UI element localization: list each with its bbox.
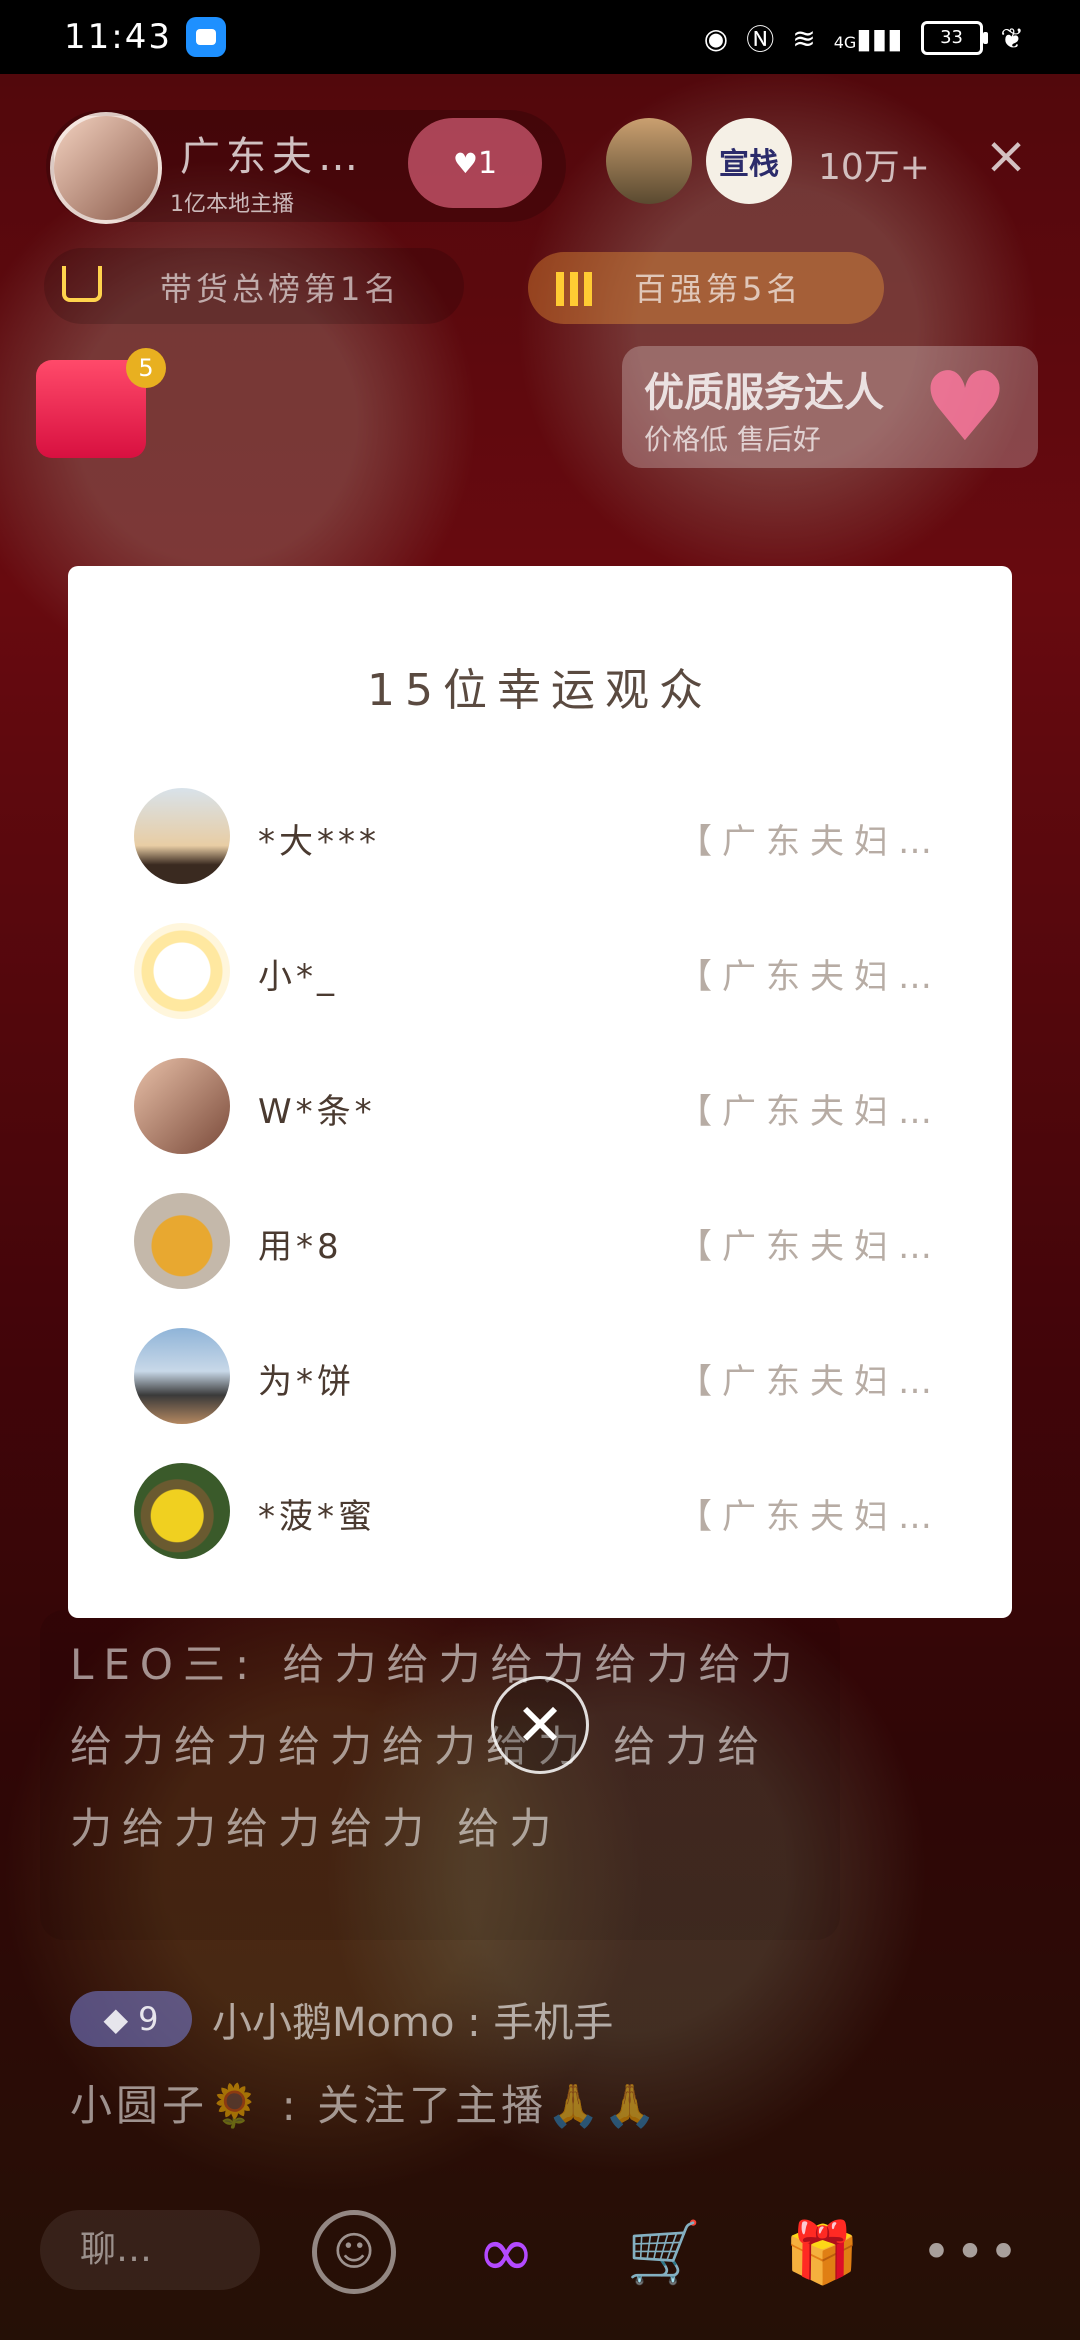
wifi-icon: ≋ (792, 21, 816, 55)
winner-prize: 【广东夫妇… (678, 1497, 942, 1537)
winner-row[interactable]: W*条* 【广东夫妇… (68, 1058, 1012, 1168)
close-icon[interactable]: × (980, 130, 1032, 182)
host-avatar[interactable] (50, 112, 162, 224)
battery-icon: 33 (920, 21, 988, 55)
cart-icon (62, 266, 102, 302)
host-subtitle: 1亿本地主播 (170, 192, 294, 217)
chat-message-text-2: 小圆子🌻 : 关注了主播🙏🙏 (70, 2081, 660, 2130)
more-icon[interactable]: ••• (922, 2210, 1018, 2294)
winner-avatar (134, 1328, 230, 1424)
winner-avatar (134, 1058, 230, 1154)
app-notification-icon (185, 17, 226, 57)
viewer-count[interactable]: 10万+ (818, 138, 930, 190)
chart-bars-icon (556, 272, 592, 306)
chat-gift-message: LEO三: 给力给力给力给力给力 给力给力给力给力给力 给力给力给力给力给力 给… (70, 1640, 803, 1853)
winner-prize: 【广东夫妇… (678, 1227, 942, 1267)
comment-input[interactable]: 聊… (40, 2210, 260, 2290)
follow-button[interactable]: ♥ 1 (408, 118, 542, 208)
winner-avatar (134, 1463, 230, 1559)
winner-avatar (134, 1193, 230, 1289)
winner-row[interactable]: *菠*蜜 【广东夫妇… (68, 1463, 1012, 1573)
winner-row[interactable]: 用*8 【广东夫妇… (68, 1193, 1012, 1303)
winner-row[interactable]: 小*_ 【广东夫妇… (68, 923, 1012, 1033)
service-title: 优质服务达人 (644, 370, 884, 416)
link-icon[interactable]: ∞ (464, 2210, 548, 2294)
emoji-icon[interactable]: ☺ (312, 2210, 396, 2294)
host-name: 广东夫… (180, 134, 364, 180)
winner-row[interactable]: 为*饼 【广东夫妇… (68, 1328, 1012, 1438)
winner-name: W*条* (258, 1092, 376, 1132)
winner-prize: 【广东夫妇… (678, 1362, 942, 1402)
lucky-viewers-modal: 15位幸运观众 *大*** 【广东夫妇… 小*_ 【广东夫妇… W*条* 【广东… (68, 566, 1012, 1618)
winner-name: *大*** (258, 822, 380, 862)
winner-avatar (134, 923, 230, 1019)
modal-title: 15位幸运观众 (367, 665, 713, 716)
red-packet-count: 5 (126, 348, 166, 388)
service-subtitle: 价格低 售后好 (644, 423, 821, 456)
user-level-badge: ◆ 9 (70, 1991, 192, 2047)
winner-prize: 【广东夫妇… (678, 1092, 942, 1132)
chat-message-row: ◆ 9 小小鹅Momo : 手机手 (70, 1990, 613, 2048)
eye-icon: ◉ (703, 21, 729, 55)
nfc-icon: Ⓝ (746, 23, 775, 56)
hot-rank-label: 百强第5名 (634, 270, 803, 308)
leaf-icon: ❦ (1000, 21, 1024, 55)
winner-avatar (134, 788, 230, 884)
status-icons: ◉ Ⓝ ≋ 4G▮▮▮ 33 ❦ (704, 18, 1024, 58)
heart-icon: ♥ (452, 146, 478, 180)
brand-avatar[interactable]: 宣栈 (706, 118, 792, 204)
gift-icon[interactable]: 🎁 (780, 2210, 864, 2294)
status-time: 11:43 (64, 17, 172, 57)
status-bar: 11:43 ◉ Ⓝ ≋ 4G▮▮▮ 33 ❦ (0, 0, 1080, 74)
winner-name: 用*8 (258, 1227, 343, 1267)
viewer-avatar[interactable] (606, 118, 692, 204)
shop-rank-label: 带货总榜第1名 (160, 270, 401, 308)
winner-row[interactable]: *大*** 【广东夫妇… (68, 788, 1012, 898)
shopping-cart-icon[interactable]: 🛒 (622, 2210, 706, 2294)
signal-icon: 4G▮▮▮ (833, 21, 903, 55)
modal-close-button[interactable]: ✕ (491, 1676, 589, 1774)
winner-name: 小*_ (258, 957, 338, 997)
winner-name: 为*饼 (258, 1362, 355, 1402)
heart-icon: ♥ (922, 351, 1009, 463)
chat-message-text: 小小鹅Momo : 手机手 (212, 2000, 614, 2046)
winner-prize: 【广东夫妇… (678, 822, 942, 862)
winner-prize: 【广东夫妇… (678, 957, 942, 997)
winner-name: *菠*蜜 (258, 1497, 376, 1537)
close-icon: ✕ (515, 1691, 565, 1759)
diamond-icon: ◆ (103, 2000, 129, 2038)
